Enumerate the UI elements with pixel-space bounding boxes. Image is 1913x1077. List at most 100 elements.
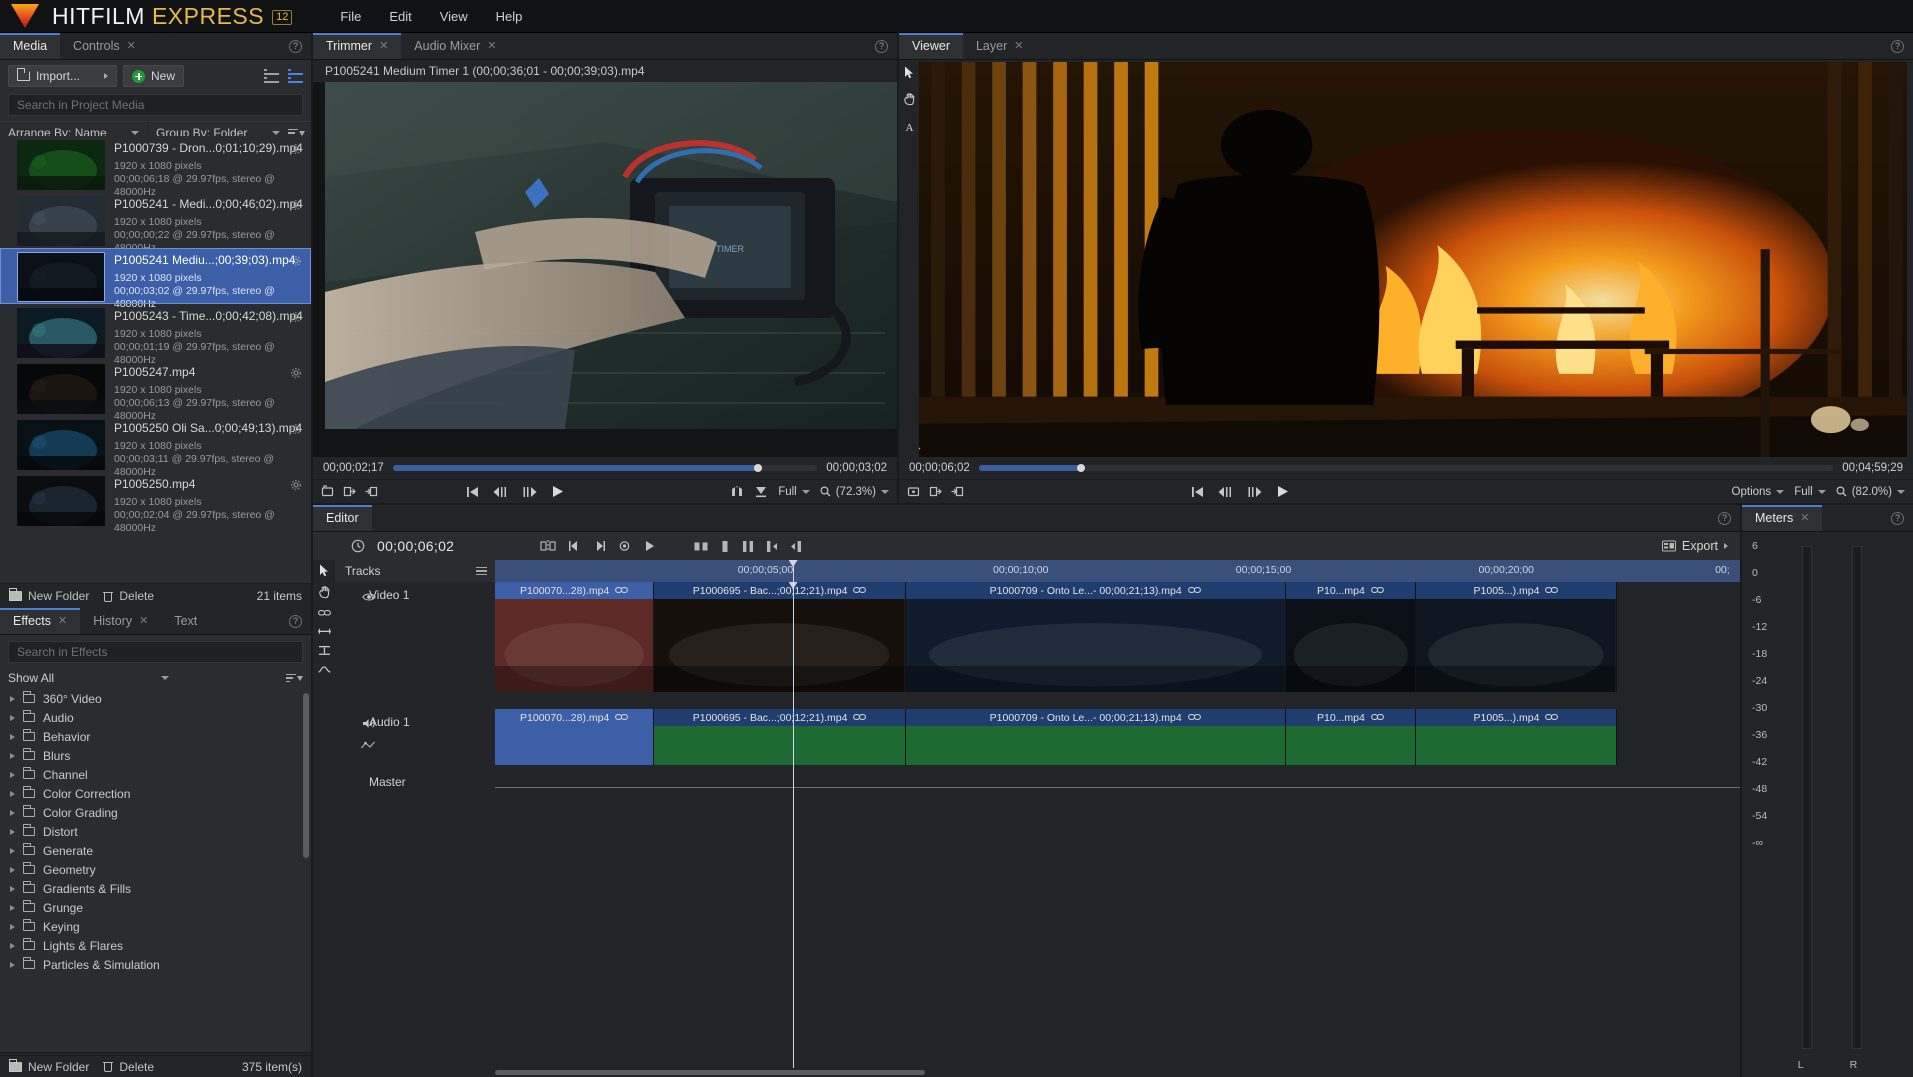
trim-tool-icon[interactable] [318, 627, 331, 636]
play-icon[interactable] [1276, 485, 1289, 498]
viewer-quality-dropdown[interactable]: Full [1794, 486, 1826, 498]
export-button[interactable]: Export [1662, 539, 1728, 553]
editor-playhead-time[interactable]: 00;00;06;02 [377, 538, 454, 554]
timeline-ruler[interactable]: 00;00;05;0000;00;10;0000;00;15;0000;00;2… [495, 560, 1740, 582]
trimmer-scrub-handle[interactable] [754, 464, 762, 472]
viewer-zoom-dropdown[interactable]: (82.0%) [1836, 486, 1905, 498]
media-list[interactable]: P1000739 - Dron...0;01;10;29).mp41920 x … [0, 136, 311, 583]
tab-text[interactable]: Text [161, 608, 210, 634]
tab-audio-mixer[interactable]: Audio Mixer ✕ [401, 33, 509, 59]
link-icon[interactable] [1188, 585, 1201, 597]
status-delete-button[interactable]: Delete [103, 1060, 154, 1074]
gear-icon[interactable] [290, 143, 302, 155]
track-clip-area[interactable]: P100070...28).mp4P1000695 - Bac...;00;12… [495, 582, 1740, 709]
trimmer-quality-dropdown[interactable]: Full [778, 486, 810, 498]
go-to-start-icon[interactable] [466, 486, 479, 498]
close-icon[interactable]: ✕ [139, 616, 148, 627]
track-name[interactable]: Video 1 [369, 588, 495, 602]
effects-category-row[interactable]: Lights & Flares [0, 936, 311, 955]
set-in-point-icon[interactable] [929, 485, 942, 498]
effects-category-row[interactable]: Grunge [0, 898, 311, 917]
close-icon[interactable]: ✕ [487, 41, 496, 52]
previous-frame-icon[interactable] [493, 486, 508, 498]
menu-help[interactable]: Help [482, 5, 537, 28]
chevron-right-icon[interactable] [10, 753, 15, 759]
effects-category-row[interactable]: Gradients & Fills [0, 879, 311, 898]
chevron-right-icon[interactable] [10, 943, 15, 949]
trimmer-scrubber[interactable] [393, 465, 817, 471]
chevron-right-icon[interactable] [10, 848, 15, 854]
next-frame-icon[interactable] [522, 486, 537, 498]
select-tool-icon[interactable] [904, 66, 915, 84]
effects-category-row[interactable]: Behavior [0, 727, 311, 746]
hand-tool-icon[interactable] [318, 586, 331, 599]
loop-icon[interactable] [907, 485, 920, 498]
chevron-right-icon[interactable] [10, 886, 15, 892]
pan-tool-icon[interactable] [903, 93, 916, 111]
tab-controls[interactable]: Controls ✕ [60, 33, 149, 59]
set-out-point-icon[interactable] [365, 485, 378, 498]
delete-button[interactable]: Delete [103, 589, 154, 603]
media-list-item[interactable]: P1005241 - Medi...0;00;46;02).mp41920 x … [0, 192, 311, 248]
link-icon[interactable] [1371, 712, 1384, 724]
effects-category-row[interactable]: Particles & Simulation [0, 955, 311, 974]
chevron-right-icon[interactable] [10, 810, 15, 816]
rate-tool-icon[interactable] [318, 665, 331, 674]
media-list-item[interactable]: P1005241 Mediu...;00;39;03).mp41920 x 10… [0, 248, 311, 304]
effects-category-row[interactable]: 360° Video [0, 689, 311, 708]
viewer-scrubber[interactable] [979, 465, 1833, 471]
timeline-hscrollbar[interactable] [335, 1068, 1740, 1077]
media-list-item[interactable]: P1005250.mp41920 x 1080 pixels00;00;02;0… [0, 472, 311, 528]
help-icon[interactable]: ? [1891, 512, 1904, 525]
timeline-clip[interactable]: P1000709 - Onto Le...- 00;00;21;13).mp4 [906, 582, 1286, 692]
next-frame-icon[interactable] [1247, 486, 1262, 498]
effects-category-row[interactable]: Channel [0, 765, 311, 784]
help-icon[interactable]: ? [289, 615, 302, 628]
tab-layer[interactable]: Layer ✕ [963, 33, 1037, 59]
tab-trimmer[interactable]: Trimmer ✕ [313, 33, 401, 59]
effects-category-row[interactable]: Keying [0, 917, 311, 936]
rate-stretch-icon[interactable] [790, 540, 802, 553]
tab-media[interactable]: Media [0, 33, 60, 59]
slip-tool-icon[interactable] [318, 645, 331, 656]
timeline-playhead[interactable] [793, 582, 794, 1068]
close-icon[interactable]: ✕ [1800, 513, 1809, 524]
effects-category-row[interactable]: Blurs [0, 746, 311, 765]
timeline-clip[interactable]: P10...mp4 [1286, 709, 1417, 765]
chevron-right-icon[interactable] [10, 829, 15, 835]
media-list-item[interactable]: P1005243 - Time...0;00;42;08).mp41920 x … [0, 304, 311, 360]
link-icon[interactable] [1545, 712, 1558, 724]
timeline-clip[interactable]: P10...mp4 [1286, 582, 1417, 692]
link-tool-icon[interactable] [318, 608, 331, 618]
text-tool-icon[interactable]: A [904, 120, 915, 138]
tab-history[interactable]: History ✕ [80, 608, 161, 634]
link-icon[interactable] [1371, 585, 1384, 597]
track-name[interactable]: Audio 1 [369, 715, 495, 729]
effects-category-row[interactable]: Color Correction [0, 784, 311, 803]
ripple-insert-icon[interactable] [730, 485, 744, 498]
timeline-clip[interactable]: P1000695 - Bac...;00;12;21).mp4 [654, 709, 905, 765]
chevron-right-icon[interactable] [10, 924, 15, 930]
link-icon[interactable] [1188, 712, 1201, 724]
next-edit-icon[interactable] [593, 540, 606, 552]
viewer-video-stage[interactable] [919, 62, 1907, 457]
import-button[interactable]: Import... [8, 65, 117, 87]
ruler-playhead[interactable] [793, 560, 794, 582]
chevron-right-icon[interactable] [104, 73, 108, 79]
chevron-right-icon[interactable] [10, 696, 15, 702]
chevron-right-icon[interactable] [10, 772, 15, 778]
trimmer-zoom-dropdown[interactable]: (72.3%) [820, 486, 889, 498]
effects-category-row[interactable]: Color Grading [0, 803, 311, 822]
sort-order-icon[interactable] [286, 674, 303, 683]
set-in-point-icon[interactable] [343, 485, 356, 498]
close-icon[interactable]: ✕ [1014, 41, 1023, 52]
gear-icon[interactable] [290, 311, 302, 323]
viewer-scrub-handle[interactable] [1077, 464, 1085, 472]
timeline-clip[interactable]: P100070...28).mp4 [495, 582, 654, 692]
list-view-icon[interactable] [264, 69, 279, 83]
previous-frame-icon[interactable] [1218, 486, 1233, 498]
viewer-resize-handle-icon[interactable] [919, 447, 921, 457]
effects-category-row[interactable]: Audio [0, 708, 311, 727]
tab-meters[interactable]: Meters ✕ [1742, 505, 1822, 531]
track-clip-area[interactable]: P100070...28).mp4P1000695 - Bac...;00;12… [495, 709, 1740, 769]
